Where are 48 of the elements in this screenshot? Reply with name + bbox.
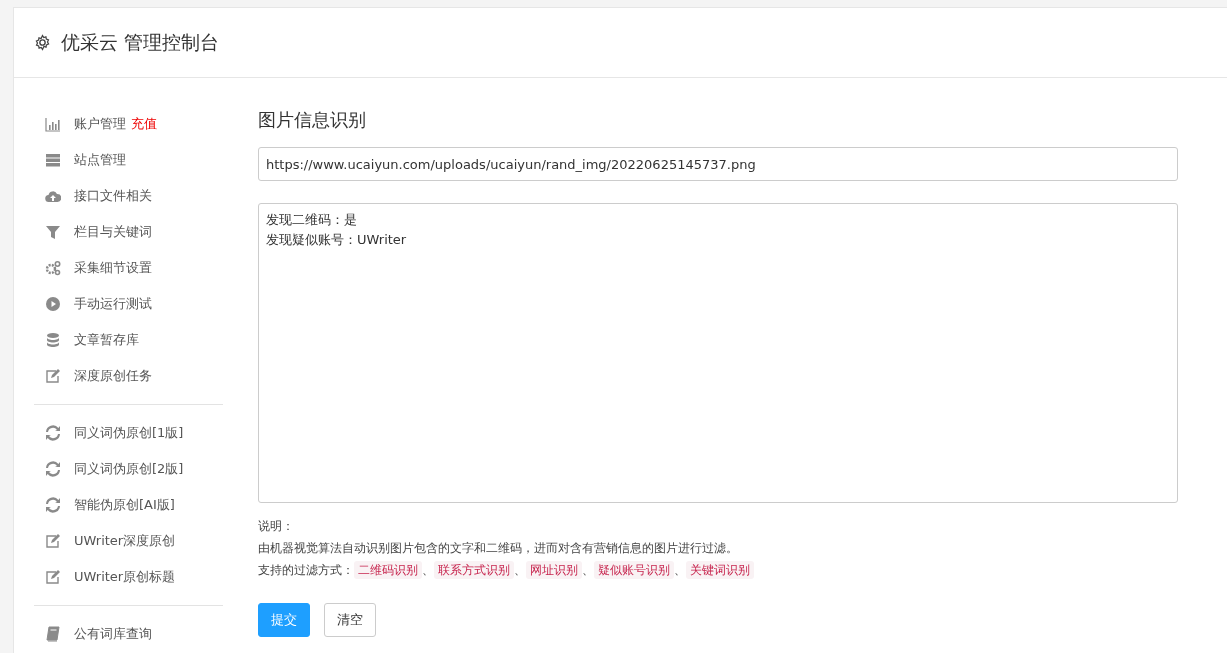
separator-text: 、 (674, 562, 686, 579)
description-text: 由机器视觉算法自动识别图片包含的文字和二维码，进而对含有营销信息的图片进行过滤。 (258, 540, 739, 557)
play-circle-icon (45, 296, 61, 312)
console-title: 优采云 管理控制台 (61, 29, 220, 55)
sidebar-item[interactable]: 账户管理 充值 (34, 106, 223, 142)
sidebar-item[interactable]: 采集细节设置 (34, 250, 223, 286)
sidebar-item[interactable]: 同义词伪原创[1版] (34, 415, 223, 451)
separator-text: 、 (514, 562, 526, 579)
settings-icon (34, 34, 51, 51)
clear-button[interactable]: 清空 (324, 603, 376, 637)
bar-chart-icon (45, 116, 61, 132)
sidebar-item[interactable]: 栏目与关键词 (34, 214, 223, 250)
database-icon (45, 332, 61, 348)
separator-text: 、 (422, 562, 434, 579)
filter-tag: 联系方式识别 (434, 561, 514, 579)
sidebar-item[interactable]: 文章暂存库 (34, 322, 223, 358)
notes-heading: 说明： (258, 518, 295, 535)
filter-label: 支持的过滤方式： (258, 562, 354, 579)
edit-icon (45, 533, 61, 549)
sidebar-item[interactable]: 接口文件相关 (34, 178, 223, 214)
sidebar-item[interactable]: UWriter深度原创 (34, 523, 223, 559)
sidebar-item[interactable]: 手动运行测试 (34, 286, 223, 322)
url-input-field[interactable]: https://www.ucaiyun.com/uploads/ucaiyun/rand_img/20220625145737.png (258, 147, 1178, 181)
refresh-icon (45, 461, 61, 477)
filter-tag: 二维码识别 (354, 561, 422, 579)
filter-icon (45, 224, 61, 240)
sidebar-item[interactable]: 站点管理 (34, 142, 223, 178)
filter-tag: 关键词识别 (686, 561, 754, 579)
filter-tag: 疑似账号识别 (594, 561, 674, 579)
recharge-link[interactable]: 充值 (131, 115, 157, 133)
book-icon (45, 626, 61, 642)
result-line: 发现二维码：是 (266, 211, 358, 229)
filter-tag: 网址识别 (526, 561, 582, 579)
sidebar-item[interactable]: UWriter原创标题 (34, 559, 223, 595)
sidebar-item[interactable]: 公有词库查询 (34, 616, 223, 652)
edit-icon (45, 368, 61, 384)
edit-icon (45, 569, 61, 585)
refresh-icon (45, 425, 61, 441)
sidebar-item[interactable]: 智能伪原创[AI版] (34, 487, 223, 523)
cloud-upload-icon (45, 188, 61, 204)
section-title: 图片信息识别 (258, 108, 367, 132)
server-icon (45, 152, 61, 168)
result-line: 发现疑似账号：UWriter (266, 231, 408, 249)
sidebar-item[interactable]: 深度原创任务 (34, 358, 223, 394)
refresh-icon (45, 497, 61, 513)
separator-text: 、 (582, 562, 594, 579)
sidebar-item[interactable]: 同义词伪原创[2版] (34, 451, 223, 487)
result-text-area[interactable]: 发现二维码：是 发现疑似账号：UWriter (258, 203, 1178, 503)
